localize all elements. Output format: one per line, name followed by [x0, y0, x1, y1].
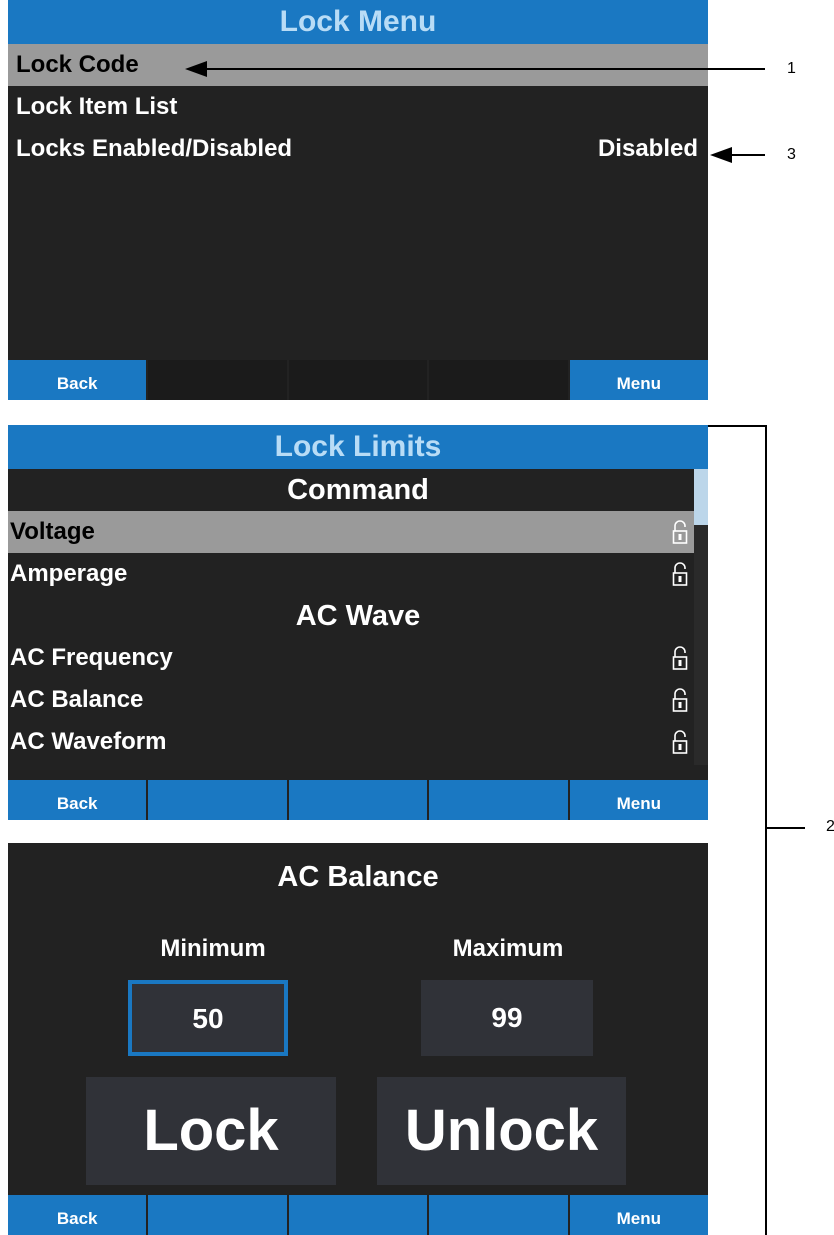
callout-2-bracket-vertical [765, 425, 767, 1235]
locks-status-value: Disabled [597, 135, 698, 162]
callout-3-arrowhead [710, 147, 732, 163]
softkey-3[interactable] [288, 780, 430, 820]
limit-item-voltage[interactable]: Voltage [8, 511, 708, 553]
limit-item-label: Amperage [10, 560, 128, 587]
callout-2-line [767, 827, 805, 829]
lock-limits-footer: Back Menu [8, 780, 708, 820]
callout-2-number: 2 [826, 818, 834, 835]
unlocked-padlock-icon [672, 562, 688, 586]
callout-1-line [205, 68, 765, 70]
scrollbar-thumb[interactable] [694, 469, 708, 525]
section-header-ac-wave: AC Wave [295, 600, 421, 632]
softkey-4[interactable] [429, 780, 570, 820]
lock-menu-footer: Back Menu [8, 360, 708, 400]
unlock-button[interactable]: Unlock [377, 1077, 626, 1185]
limit-item-label: AC Waveform [10, 728, 167, 755]
maximum-field[interactable]: 99 [421, 980, 593, 1056]
limit-item-ac-frequency[interactable]: AC Frequency [8, 637, 708, 679]
menu-item-label: Lock Item List [16, 93, 178, 120]
ac-balance-screen: AC Balance Minimum 50 Maximum 99 Lock Un… [8, 843, 708, 1235]
softkey-3[interactable] [288, 360, 430, 400]
callout-2-bracket-top [708, 425, 766, 427]
lock-menu-screen: Lock Menu Lock Code Lock Item List Locks… [8, 0, 708, 400]
menu-button[interactable]: Menu [569, 360, 708, 400]
limit-item-label: AC Frequency [10, 644, 173, 671]
limit-item-ac-waveform[interactable]: AC Waveform [8, 721, 708, 763]
softkey-4[interactable] [429, 1195, 570, 1235]
softkey-2[interactable] [148, 1195, 289, 1235]
minimum-field[interactable]: 50 [128, 980, 288, 1056]
limit-item-label: AC Balance [10, 686, 144, 713]
menu-item-label: Locks Enabled/Disabled [16, 135, 293, 162]
lock-button[interactable]: Lock [86, 1077, 336, 1185]
callout-3-number: 3 [787, 146, 796, 163]
menu-button[interactable]: Menu [569, 780, 708, 820]
lock-limits-screen: Lock Limits Command Voltage Amperage AC … [8, 425, 708, 820]
menu-item-locks-enabled[interactable]: Locks Enabled/Disabled Disabled [8, 128, 708, 170]
callout-1-arrowhead [185, 61, 207, 77]
limit-item-ac-balance[interactable]: AC Balance [8, 679, 708, 721]
softkey-3[interactable] [288, 1195, 430, 1235]
softkey-2[interactable] [148, 780, 289, 820]
unlocked-padlock-icon [672, 646, 688, 670]
menu-item-label: Lock Code [16, 51, 139, 78]
lock-limits-title: Lock Limits [8, 425, 708, 469]
list-scrollbar[interactable] [694, 469, 708, 765]
minimum-label: Minimum [160, 935, 266, 962]
softkey-2[interactable] [148, 360, 289, 400]
menu-button[interactable]: Menu [569, 1195, 708, 1235]
back-button[interactable]: Back [8, 360, 149, 400]
back-button[interactable]: Back [8, 1195, 149, 1235]
section-header-command: Command [287, 474, 429, 506]
ac-balance-footer: Back Menu [8, 1195, 708, 1235]
back-button[interactable]: Back [8, 780, 149, 820]
menu-item-lock-code[interactable]: Lock Code [8, 44, 708, 86]
maximum-label: Maximum [452, 935, 564, 962]
menu-item-lock-item-list[interactable]: Lock Item List [8, 86, 708, 128]
ac-balance-title: AC Balance [277, 861, 439, 893]
softkey-4[interactable] [429, 360, 570, 400]
lock-menu-title: Lock Menu [8, 0, 708, 44]
unlocked-padlock-icon [672, 730, 688, 754]
unlocked-padlock-icon [672, 520, 688, 544]
callout-3-line [730, 154, 765, 156]
limit-item-label: Voltage [10, 518, 95, 545]
callout-1-number: 1 [787, 60, 796, 77]
limit-item-amperage[interactable]: Amperage [8, 553, 708, 595]
unlocked-padlock-icon [672, 688, 688, 712]
